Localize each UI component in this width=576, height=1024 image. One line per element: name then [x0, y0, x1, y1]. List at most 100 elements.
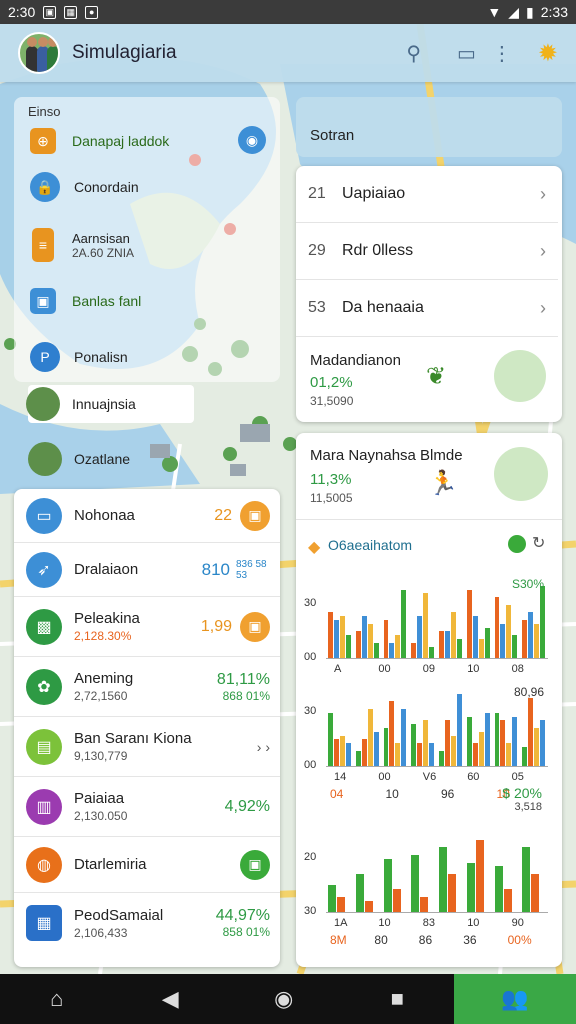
chart-bar: [450, 735, 456, 766]
x-tick-label: 10: [378, 917, 391, 929]
map-marker-icon[interactable]: ◉: [238, 126, 266, 154]
item-title: PeodSamaial: [74, 906, 164, 924]
x-tick-label: 00: [378, 771, 391, 783]
promo-title: Mara Naynahsa Blmde: [310, 447, 463, 464]
chart-bar: [528, 612, 534, 658]
document-icon: ≡: [32, 228, 54, 262]
x-tick-label: 60: [467, 771, 480, 783]
list-item[interactable]: ◍ Dtarlemiria ▣: [14, 837, 280, 893]
chart-bar: [503, 889, 512, 912]
circle-icon: ◉: [274, 986, 294, 1011]
list-item[interactable]: ▤ Ban Saranı Kiona 9,130,779 › ›: [14, 717, 280, 777]
chart-bar: [339, 616, 345, 658]
item-title: Ban Saranı Kiona: [74, 730, 192, 747]
status-time: 2:30: [8, 4, 36, 20]
notification-icon: ●: [85, 5, 99, 19]
chart-bar: [337, 896, 345, 912]
chart-bar: [478, 639, 484, 658]
chat-icon[interactable]: ▭: [457, 41, 476, 66]
people-icon: 👥: [501, 986, 529, 1011]
chart-bar: [328, 612, 333, 658]
category-sub: 2A.60 ZNIA: [72, 245, 135, 260]
x-tick-label: 09: [422, 663, 436, 675]
category-item[interactable]: ⊕ Danapaj laddok: [30, 128, 169, 154]
refresh-icon[interactable]: ↻: [532, 533, 545, 553]
chart-bar: [420, 896, 429, 912]
status-right-time: 2:33: [540, 4, 568, 20]
chart-bar: [328, 712, 333, 766]
bar-chart: 20 30 1A 10 83 10 90 8M 80 86 36 00%: [304, 837, 548, 947]
bottom-label: 96: [441, 787, 455, 801]
x-tick-label: 1A: [334, 917, 348, 929]
x-tick-label: 10: [467, 663, 480, 675]
y-tick-label: 20: [304, 851, 317, 863]
category-item[interactable]: ≡ Aarnsisan 2A.60 ZNIA: [32, 228, 134, 262]
search-box[interactable]: Sotran: [296, 97, 562, 157]
item-title: Dralaiaon: [74, 561, 139, 578]
chart-bar: [361, 616, 367, 658]
list-item[interactable]: 29 Rdr 0lless ›: [296, 223, 558, 280]
y-tick-label: 30: [304, 705, 317, 717]
category-label: Innuajnsia: [72, 396, 136, 412]
chart-bar: [355, 631, 361, 658]
category-label: Ponalisn: [74, 349, 128, 365]
category-item[interactable]: Ozatlane: [28, 442, 130, 476]
category-item[interactable]: P Ponalisn: [30, 342, 128, 372]
item-value: 4,92%: [224, 797, 270, 815]
chart-bar: [439, 847, 447, 912]
list-item[interactable]: ▦ PeodSamaial 2,106,433 44,97% 858 01%: [14, 893, 280, 953]
back-button[interactable]: ◀: [114, 974, 228, 1024]
chart-bar: [534, 623, 540, 658]
more-icon[interactable]: ⋮: [492, 41, 512, 66]
list-item[interactable]: ▭ Nohonaa 22 ▣: [14, 489, 280, 543]
y-tick-label: 30: [304, 597, 317, 609]
list-item[interactable]: ✿ Aneming 2,72,1560 81,11% 868 01%: [14, 657, 280, 717]
category-item[interactable]: 🔒 Conordain: [30, 172, 139, 202]
chart-bar: [333, 620, 339, 658]
chart-bar: [466, 589, 472, 658]
leaf-icon[interactable]: [508, 535, 526, 553]
chart-bar: [494, 712, 500, 766]
category-item[interactable]: ▣ Banlas fanl: [30, 288, 141, 314]
promo-sub: 31,5090: [310, 394, 354, 408]
rocket-icon: ➶: [26, 551, 62, 588]
item-value-secondary: 836 58 53: [236, 558, 267, 581]
people-illustration: [494, 447, 548, 501]
bottom-label: 36: [463, 933, 477, 947]
chart-bar: [429, 646, 434, 658]
square-button[interactable]: ■: [341, 974, 455, 1024]
chart-bar: [439, 631, 444, 658]
sun-icon[interactable]: ✹: [538, 39, 558, 68]
chart-bar: [328, 885, 336, 912]
chart-bar: [395, 635, 401, 658]
selected-category[interactable]: Innuajnsia: [26, 385, 194, 423]
list-item[interactable]: 53 Da henaaia ›: [296, 280, 558, 337]
item-label: Da henaaia: [342, 299, 424, 316]
avatar[interactable]: [18, 32, 60, 74]
lock-icon: 🔒: [30, 172, 60, 202]
plant-icon: ❦: [426, 363, 447, 390]
app-title: Simulagiaria: [72, 42, 177, 63]
chart-bar: [373, 642, 379, 658]
chart-bar: [500, 720, 506, 766]
chart-bar: [364, 900, 373, 912]
leaf-icon: ✿: [26, 668, 62, 705]
list-item[interactable]: ➶ Dralaiaon 810 836 58 53: [14, 543, 280, 597]
item-sub: 2,106,433: [74, 925, 128, 940]
chart-bar: [355, 750, 361, 766]
chart-bar: [531, 874, 540, 912]
home-button[interactable]: ⌂: [0, 974, 114, 1024]
list-item[interactable]: ▩ Peleakina 2,128.30% 1,99 ▣: [14, 597, 280, 657]
list-item[interactable]: 21 Uapiaiao ›: [296, 166, 558, 223]
circle-button[interactable]: ◉: [227, 974, 341, 1024]
promo-item[interactable]: Madandianon 01,2% 31,5090 ❦: [296, 338, 562, 422]
profile-icon[interactable]: ⚲: [406, 41, 421, 66]
chart-bar: [484, 712, 490, 766]
item-number: 53: [308, 299, 326, 316]
money-icon: ▣: [240, 500, 270, 531]
people-button[interactable]: 👥: [454, 974, 576, 1024]
list-item[interactable]: ▥ Paiaiaa 2,130.050 4,92%: [14, 777, 280, 837]
globe-icon: ◍: [26, 846, 62, 883]
item-title: Aneming: [74, 670, 134, 687]
y-tick-label: 00: [304, 759, 317, 771]
